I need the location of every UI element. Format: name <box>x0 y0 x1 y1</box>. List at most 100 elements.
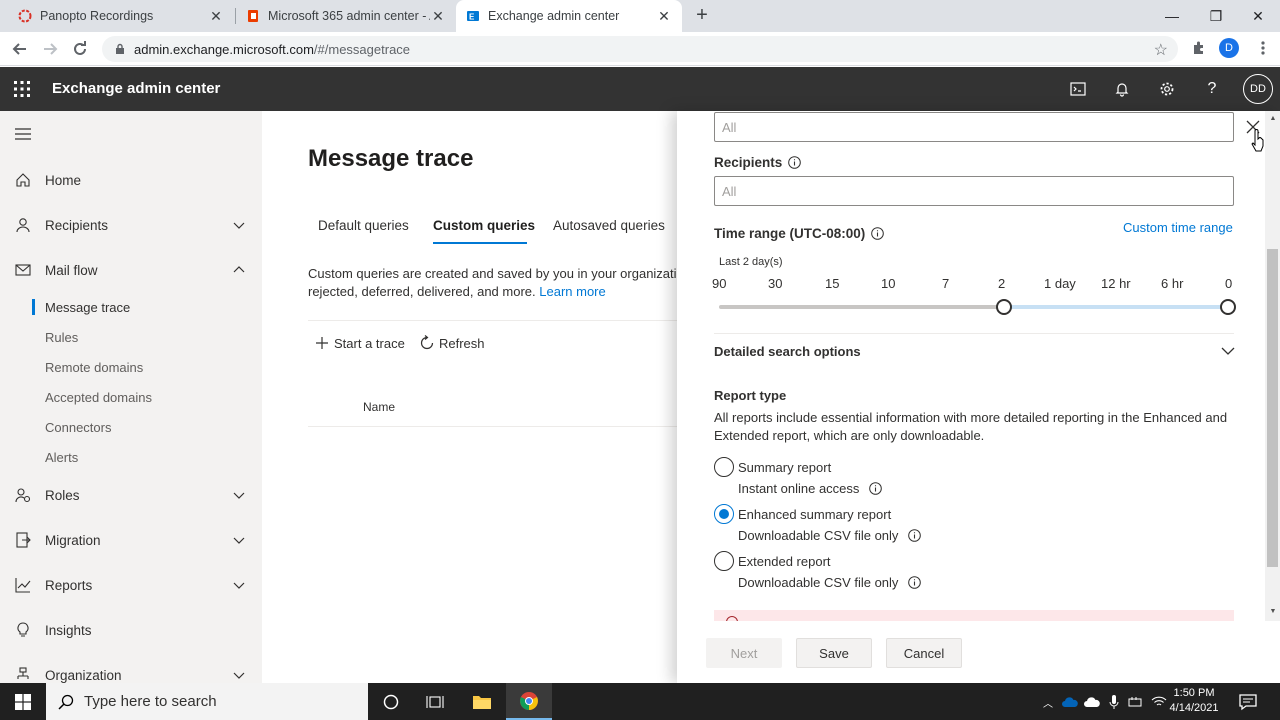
chevron-up-icon <box>233 266 245 273</box>
radio-extended-report[interactable] <box>714 551 734 571</box>
info-icon[interactable] <box>869 482 883 495</box>
info-icon[interactable] <box>788 156 802 169</box>
tab-custom-queries[interactable]: Custom queries <box>433 218 535 233</box>
radio-enhanced-summary-report[interactable] <box>714 504 734 524</box>
tab-exchange[interactable]: E Exchange admin center ✕ <box>456 0 682 32</box>
app-launcher-icon[interactable] <box>12 79 32 99</box>
detailed-search-toggle[interactable]: Detailed search options <box>714 344 861 359</box>
taskbar-clock[interactable]: 1:50 PM 4/14/2021 <box>1166 686 1222 716</box>
settings-button[interactable] <box>1155 77 1179 101</box>
profile-button[interactable]: D <box>1218 37 1240 59</box>
window-close-button[interactable]: ✕ <box>1236 0 1280 32</box>
onedrive-icon[interactable] <box>1061 693 1079 711</box>
back-button[interactable] <box>8 37 32 61</box>
start-trace-button[interactable]: Start a trace <box>314 333 405 353</box>
enhanced-report-sub-text: Downloadable CSV file only <box>738 528 899 543</box>
info-icon[interactable] <box>871 227 885 240</box>
description-line: rejected, deferred, delivered, and more.… <box>308 283 688 301</box>
nav-label: Recipients <box>45 217 109 233</box>
chrome-taskbar-button[interactable] <box>506 683 552 720</box>
enhanced-report-label[interactable]: Enhanced summary report <box>738 507 891 522</box>
tab-autosaved-queries[interactable]: Autosaved queries <box>553 218 665 233</box>
next-button[interactable]: Next <box>706 638 782 668</box>
restore-button[interactable]: ❐ <box>1194 0 1238 32</box>
cancel-button[interactable]: Cancel <box>886 638 962 668</box>
start-button[interactable] <box>0 683 46 720</box>
nav-reports[interactable]: Reports <box>0 567 262 603</box>
column-header-name[interactable]: Name <box>363 400 395 414</box>
recipients-input[interactable]: All <box>714 176 1234 206</box>
taskbar-search[interactable]: Type here to search <box>46 683 368 720</box>
extended-report-label[interactable]: Extended report <box>738 554 831 569</box>
nav-label: Home <box>45 172 82 188</box>
info-icon[interactable] <box>908 576 922 589</box>
notifications-button[interactable] <box>1110 77 1134 101</box>
refresh-icon <box>420 335 434 350</box>
custom-time-range-link[interactable]: Custom time range <box>1123 220 1233 235</box>
hamburger-icon[interactable] <box>15 128 31 140</box>
nav-roles[interactable]: Roles <box>0 477 262 513</box>
nav-home[interactable]: Home <box>0 162 262 198</box>
file-explorer-button[interactable] <box>459 683 505 720</box>
nav-migration[interactable]: Migration <box>0 522 262 558</box>
action-center-icon[interactable] <box>1238 692 1258 712</box>
learn-more-link[interactable]: Learn more <box>539 284 605 299</box>
cortana-button[interactable] <box>368 683 414 720</box>
migration-icon <box>16 532 31 548</box>
more-vertical-icon <box>1261 41 1265 55</box>
forward-button[interactable] <box>38 37 62 61</box>
browser-menu-button[interactable] <box>1252 37 1274 59</box>
chevron-down-icon[interactable] <box>1220 343 1236 359</box>
user-avatar[interactable]: DD <box>1243 74 1273 104</box>
info-icon[interactable] <box>908 529 922 542</box>
scrollbar-thumb[interactable] <box>1267 249 1278 567</box>
nav-insights[interactable]: Insights <box>0 612 262 648</box>
cloud-white-icon <box>1084 697 1100 707</box>
power-icon[interactable] <box>1127 693 1145 711</box>
nav-alerts[interactable]: Alerts <box>0 442 262 472</box>
slider-handle-end[interactable] <box>1220 299 1236 315</box>
help-icon[interactable]: ? <box>1200 77 1224 101</box>
nav-connectors[interactable]: Connectors <box>0 412 262 442</box>
scroll-up-arrow[interactable]: ▲ <box>1269 115 1277 122</box>
nav-accepted-domains[interactable]: Accepted domains <box>0 382 262 412</box>
microphone-icon[interactable] <box>1105 693 1123 711</box>
bookmark-star-icon[interactable]: ☆ <box>1154 40 1168 60</box>
slider-handle-start[interactable] <box>996 299 1012 315</box>
save-button[interactable]: Save <box>796 638 872 668</box>
slider-tick: 0 <box>1225 276 1233 291</box>
address-bar[interactable]: admin.exchange.microsoft.com/#/messagetr… <box>102 36 1178 62</box>
tab-m365[interactable]: Microsoft 365 admin center - Ac ✕ <box>236 0 456 32</box>
enhanced-report-sub: Downloadable CSV file only <box>738 528 922 543</box>
panopto-icon <box>18 9 32 23</box>
extensions-button[interactable] <box>1188 37 1210 59</box>
tab-close-icon[interactable]: ✕ <box>430 8 446 25</box>
nav-rules[interactable]: Rules <box>0 322 262 352</box>
refresh-label: Refresh <box>439 335 485 351</box>
nav-remote-domains[interactable]: Remote domains <box>0 352 262 382</box>
shell-button[interactable] <box>1066 77 1090 101</box>
tab-default-queries[interactable]: Default queries <box>318 218 409 233</box>
reload-button[interactable] <box>68 37 92 61</box>
nav-message-trace[interactable]: Message trace <box>0 292 262 322</box>
show-hidden-icons[interactable]: ︿ <box>1039 693 1057 711</box>
nav-mail-flow[interactable]: Mail flow <box>0 252 262 288</box>
minimize-button[interactable]: — <box>1150 0 1194 32</box>
scroll-down-arrow[interactable]: ▼ <box>1269 608 1277 615</box>
tab-close-icon[interactable]: ✕ <box>208 8 224 25</box>
new-tab-button[interactable]: + <box>690 4 714 28</box>
nav-recipients[interactable]: Recipients <box>0 207 262 243</box>
clock-date: 4/14/2021 <box>1169 702 1219 714</box>
selection-indicator <box>32 299 35 315</box>
task-view-icon <box>426 695 444 708</box>
task-view-button[interactable] <box>412 683 458 720</box>
onedrive-personal-icon[interactable] <box>1083 693 1101 711</box>
tab-panopto[interactable]: Panopto Recordings ✕ <box>8 0 234 32</box>
arrow-right-icon <box>44 43 58 55</box>
summary-report-label[interactable]: Summary report <box>738 460 831 475</box>
nav-organization[interactable]: Organization <box>0 657 262 683</box>
radio-summary-report[interactable] <box>714 457 734 477</box>
senders-input[interactable]: All <box>714 112 1234 142</box>
refresh-button[interactable]: Refresh <box>419 333 485 353</box>
tab-close-icon[interactable]: ✕ <box>656 8 672 25</box>
